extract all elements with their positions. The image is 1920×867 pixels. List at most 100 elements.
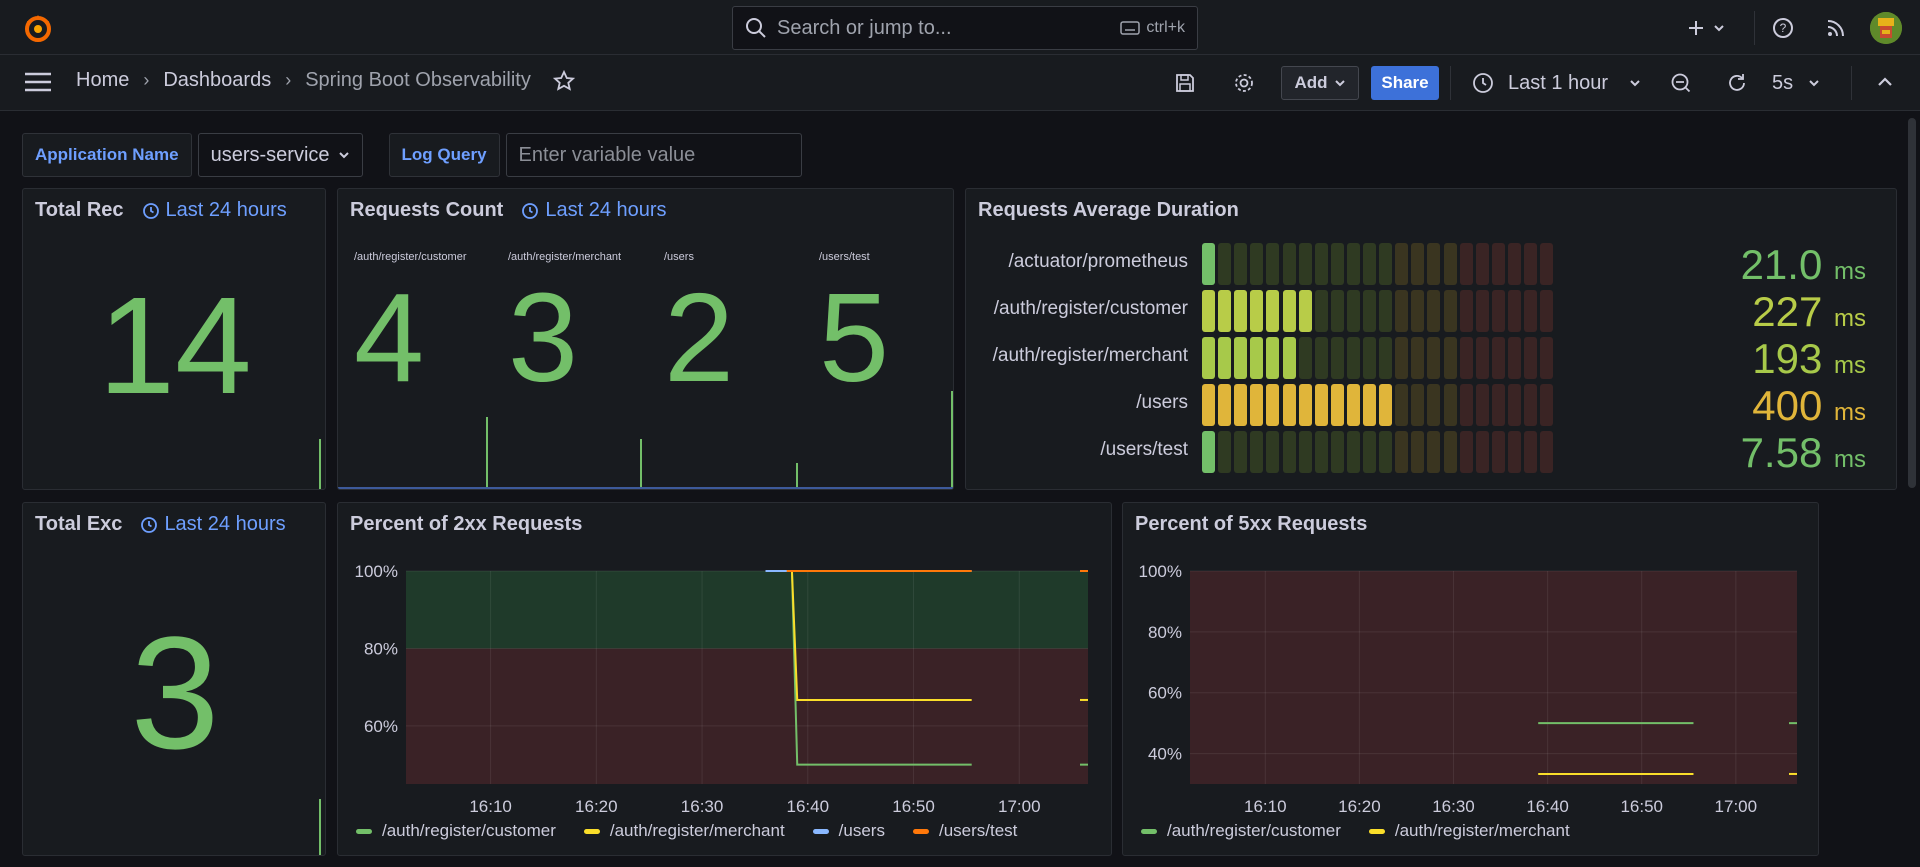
panel-title-text: Total Rec <box>35 199 124 221</box>
gauge-cell <box>1507 384 1521 426</box>
chevron-right-icon: › <box>285 70 292 90</box>
breadcrumb: Home › Dashboards › Spring Boot Observab… <box>76 69 575 92</box>
menu-icon[interactable] <box>24 71 52 93</box>
breadcrumb-home[interactable]: Home <box>76 69 129 92</box>
share-button[interactable]: Share <box>1371 66 1439 100</box>
clock-icon <box>1473 73 1493 93</box>
legend-item[interactable]: /auth/register/customer <box>1141 821 1341 841</box>
gauge-row-unit: ms <box>1834 352 1866 379</box>
pct-2xx-chart[interactable]: 100% 80% 60% 16:10 16:20 16:30 16:40 16:50 17:00 <box>338 543 1112 813</box>
gauge-cell <box>1427 431 1441 473</box>
log-query-input[interactable]: Enter variable value <box>505 133 802 177</box>
gauge-cell <box>1443 337 1457 379</box>
panel-title: Percent of 2xx Requests <box>350 513 582 536</box>
gauge-cell <box>1250 337 1264 379</box>
gauge-cell <box>1202 243 1215 285</box>
zoom-out-icon[interactable] <box>1670 72 1692 94</box>
gauge-cell <box>1314 431 1328 473</box>
legend-label: /users <box>838 821 885 840</box>
grafana-logo-icon[interactable] <box>22 12 54 44</box>
panel-title-text: Percent of 5xx Requests <box>1135 513 1368 535</box>
scrollbar[interactable] <box>1908 118 1916 488</box>
help-button[interactable]: ? <box>1772 12 1794 44</box>
gauge-cell <box>1363 290 1376 332</box>
gauge-cell <box>1266 290 1280 332</box>
news-button[interactable] <box>1826 12 1846 44</box>
gauge-cell <box>1266 337 1280 379</box>
app-name-label: Application Name <box>22 133 192 177</box>
legend-item[interactable]: /users/test <box>912 821 1017 841</box>
panel-underline <box>338 487 953 489</box>
threshold-band <box>406 571 1088 649</box>
gauge-cell <box>1346 243 1360 285</box>
panel-title-text: Percent of 2xx Requests <box>350 513 583 535</box>
panel-title-text: Requests Count <box>350 199 504 221</box>
search-placeholder: Search or jump to... <box>777 16 952 39</box>
time-info-text: Last 24 hours <box>165 199 287 221</box>
sparkline <box>319 439 321 489</box>
app-name-value: users-service <box>210 143 330 166</box>
legend-item[interactable]: /users <box>812 821 885 841</box>
search-bar[interactable]: Search or jump to... ctrl+k <box>732 6 1198 50</box>
gauge-cell <box>1346 431 1360 473</box>
avatar[interactable] <box>1870 12 1902 44</box>
gauge-cell <box>1218 290 1232 332</box>
breadcrumb-dashboards[interactable]: Dashboards <box>163 69 271 92</box>
time-info-text: Last 24 hours <box>164 513 286 535</box>
chevron-up-icon[interactable] <box>1876 75 1894 89</box>
gauge-cell <box>1363 243 1376 285</box>
pct-5xx-chart[interactable]: 100% 80% 60% 40% 16:10 16:20 16:30 16:40 16:50 17… <box>1123 543 1819 813</box>
gauge-cell <box>1411 290 1425 332</box>
log-query-label: Log Query <box>388 133 500 177</box>
legend-label: /auth/register/customer <box>1167 821 1341 840</box>
gauge-cell <box>1379 337 1393 379</box>
clock-icon <box>142 202 159 219</box>
gauge-cell <box>1395 243 1409 285</box>
gauge-cell <box>1540 290 1554 332</box>
refresh-picker[interactable]: 5s <box>1726 66 1821 100</box>
sparkline <box>486 417 488 489</box>
gauge-cell <box>1459 243 1473 285</box>
app-name-select[interactable]: users-service <box>197 133 363 177</box>
gauge-cell <box>1475 431 1489 473</box>
gauge-cell <box>1459 290 1473 332</box>
clock-icon <box>141 516 158 533</box>
panel-title: Requests Count Last 24 hours <box>350 199 667 222</box>
gauge-cell <box>1379 243 1393 285</box>
divider <box>1851 66 1852 100</box>
gauge-cell <box>1475 243 1489 285</box>
x-tick-label: 16:40 <box>1526 797 1569 813</box>
gauge-cell <box>1218 337 1232 379</box>
gauge-cell <box>1459 384 1473 426</box>
legend-swatch <box>1368 828 1385 834</box>
divider <box>1450 66 1451 100</box>
gauge-cell <box>1475 290 1489 332</box>
star-icon[interactable] <box>552 69 575 92</box>
panel-title: Percent of 5xx Requests <box>1135 513 1367 536</box>
gauge-row-label: /users/test <box>1100 439 1188 460</box>
gauge-cell <box>1234 384 1248 426</box>
panel-title-text: Requests Average Duration <box>978 199 1239 221</box>
stat-item: /users/test 5 <box>819 251 949 401</box>
gauge-cell <box>1491 290 1505 332</box>
gear-icon[interactable] <box>1233 72 1255 94</box>
gauge-cell <box>1507 431 1521 473</box>
stat-item-label: /users/test <box>819 251 870 263</box>
add-button[interactable]: Add <box>1281 66 1359 100</box>
legend-item[interactable]: /auth/register/merchant <box>1368 821 1570 841</box>
legend-item[interactable]: /auth/register/customer <box>356 821 556 841</box>
legend-item[interactable]: /auth/register/merchant <box>583 821 785 841</box>
time-range-label: Last 1 hour <box>1508 71 1609 94</box>
time-range-picker[interactable]: Last 1 hour <box>1472 66 1642 100</box>
svg-text:?: ? <box>1780 21 1787 35</box>
new-menu[interactable] <box>1686 12 1726 44</box>
gauge-cell <box>1314 384 1328 426</box>
save-icon[interactable] <box>1174 72 1196 94</box>
gauge-cell <box>1250 384 1264 426</box>
chevron-right-icon: › <box>143 70 150 90</box>
gauge-cell <box>1443 431 1457 473</box>
panel-title: Total Exc Last 24 hours <box>35 513 286 536</box>
panel-title-text: Total Exc <box>35 513 123 535</box>
gauge-cell <box>1507 290 1521 332</box>
